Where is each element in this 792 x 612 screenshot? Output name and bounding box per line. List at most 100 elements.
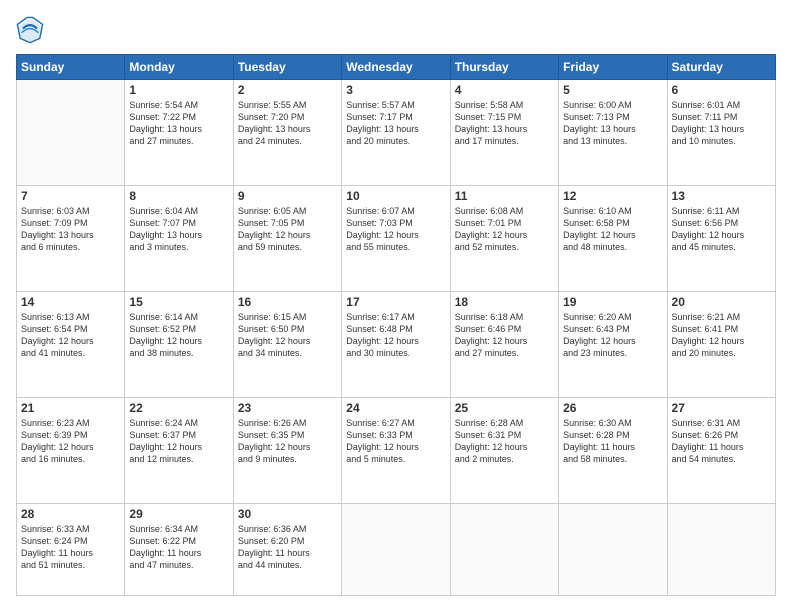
- weekday-wednesday: Wednesday: [342, 55, 450, 80]
- calendar-cell: 9 Sunrise: 6:05 AM Sunset: 7:05 PM Daylig…: [233, 185, 341, 291]
- calendar-cell: 6 Sunrise: 6:01 AM Sunset: 7:11 PM Daylig…: [667, 80, 775, 186]
- calendar-cell: 12Sunrise: 6:10 AM Sunset: 6:58 PM Dayli…: [559, 185, 667, 291]
- cell-info: Sunrise: 6:14 AM Sunset: 6:52 PM Dayligh…: [129, 311, 228, 360]
- day-number: 20: [672, 295, 771, 309]
- cell-info: Sunrise: 6:04 AM Sunset: 7:07 PM Dayligh…: [129, 205, 228, 254]
- calendar-cell: 26 Sunrise: 6:30 AM Sunset: 6:28 PM Dayli…: [559, 397, 667, 503]
- cell-info: Sunrise: 6:21 AM Sunset: 6:41 PM Dayligh…: [672, 311, 771, 360]
- calendar-cell: [17, 80, 125, 186]
- cell-info: Sunrise: 6:07 AM Sunset: 7:03 PM Dayligh…: [346, 205, 445, 254]
- cell-info: Sunrise: 6:03 AM Sunset: 7:09 PM Dayligh…: [21, 205, 120, 254]
- calendar-cell: 11 Sunrise: 6:08 AM Sunset: 7:01 PM Dayli…: [450, 185, 558, 291]
- day-number: 26: [563, 401, 662, 415]
- calendar-table: SundayMondayTuesdayWednesdayThursdayFrid…: [16, 54, 776, 596]
- day-number: 30: [238, 507, 337, 521]
- day-number: 23: [238, 401, 337, 415]
- header: [16, 16, 776, 44]
- cell-info: Sunrise: 6:27 AM Sunset: 6:33 PM Dayligh…: [346, 417, 445, 466]
- calendar-cell: 22Sunrise: 6:24 AM Sunset: 6:37 PM Dayli…: [125, 397, 233, 503]
- calendar-cell: 3Sunrise: 5:57 AM Sunset: 7:17 PM Daylig…: [342, 80, 450, 186]
- cell-info: Sunrise: 6:28 AM Sunset: 6:31 PM Dayligh…: [455, 417, 554, 466]
- cell-info: Sunrise: 6:15 AM Sunset: 6:50 PM Dayligh…: [238, 311, 337, 360]
- calendar-cell: 19Sunrise: 6:20 AM Sunset: 6:43 PM Dayli…: [559, 291, 667, 397]
- day-number: 28: [21, 507, 120, 521]
- calendar-cell: 18 Sunrise: 6:18 AM Sunset: 6:46 PM Dayli…: [450, 291, 558, 397]
- week-row-4: 21 Sunrise: 6:23 AM Sunset: 6:39 PM Dayli…: [17, 397, 776, 503]
- cell-info: Sunrise: 6:18 AM Sunset: 6:46 PM Dayligh…: [455, 311, 554, 360]
- calendar-cell: 27 Sunrise: 6:31 AM Sunset: 6:26 PM Dayli…: [667, 397, 775, 503]
- calendar-cell: 2Sunrise: 5:55 AM Sunset: 7:20 PM Daylig…: [233, 80, 341, 186]
- day-number: 21: [21, 401, 120, 415]
- cell-info: Sunrise: 6:33 AM Sunset: 6:24 PM Dayligh…: [21, 523, 120, 572]
- calendar-cell: 10Sunrise: 6:07 AM Sunset: 7:03 PM Dayli…: [342, 185, 450, 291]
- weekday-thursday: Thursday: [450, 55, 558, 80]
- cell-info: Sunrise: 6:17 AM Sunset: 6:48 PM Dayligh…: [346, 311, 445, 360]
- cell-info: Sunrise: 6:08 AM Sunset: 7:01 PM Dayligh…: [455, 205, 554, 254]
- day-number: 18: [455, 295, 554, 309]
- day-number: 16: [238, 295, 337, 309]
- day-number: 14: [21, 295, 120, 309]
- calendar-cell: 7 Sunrise: 6:03 AM Sunset: 7:09 PM Daylig…: [17, 185, 125, 291]
- calendar-cell: 1Sunrise: 5:54 AM Sunset: 7:22 PM Daylig…: [125, 80, 233, 186]
- day-number: 7: [21, 189, 120, 203]
- calendar-cell: 14 Sunrise: 6:13 AM Sunset: 6:54 PM Dayli…: [17, 291, 125, 397]
- day-number: 13: [672, 189, 771, 203]
- day-number: 24: [346, 401, 445, 415]
- cell-info: Sunrise: 6:00 AM Sunset: 7:13 PM Dayligh…: [563, 99, 662, 148]
- week-row-3: 14 Sunrise: 6:13 AM Sunset: 6:54 PM Dayli…: [17, 291, 776, 397]
- calendar-cell: 28 Sunrise: 6:33 AM Sunset: 6:24 PM Dayli…: [17, 503, 125, 595]
- cell-info: Sunrise: 6:30 AM Sunset: 6:28 PM Dayligh…: [563, 417, 662, 466]
- calendar-cell: [450, 503, 558, 595]
- day-number: 15: [129, 295, 228, 309]
- week-row-5: 28 Sunrise: 6:33 AM Sunset: 6:24 PM Dayli…: [17, 503, 776, 595]
- week-row-1: 1Sunrise: 5:54 AM Sunset: 7:22 PM Daylig…: [17, 80, 776, 186]
- calendar-cell: 17 Sunrise: 6:17 AM Sunset: 6:48 PM Dayli…: [342, 291, 450, 397]
- cell-info: Sunrise: 5:55 AM Sunset: 7:20 PM Dayligh…: [238, 99, 337, 148]
- day-number: 9: [238, 189, 337, 203]
- calendar-cell: 8 Sunrise: 6:04 AM Sunset: 7:07 PM Daylig…: [125, 185, 233, 291]
- week-row-2: 7 Sunrise: 6:03 AM Sunset: 7:09 PM Daylig…: [17, 185, 776, 291]
- day-number: 6: [672, 83, 771, 97]
- day-number: 25: [455, 401, 554, 415]
- weekday-sunday: Sunday: [17, 55, 125, 80]
- calendar-cell: 24 Sunrise: 6:27 AM Sunset: 6:33 PM Dayli…: [342, 397, 450, 503]
- day-number: 8: [129, 189, 228, 203]
- cell-info: Sunrise: 6:24 AM Sunset: 6:37 PM Dayligh…: [129, 417, 228, 466]
- cell-info: Sunrise: 6:01 AM Sunset: 7:11 PM Dayligh…: [672, 99, 771, 148]
- calendar-cell: 16 Sunrise: 6:15 AM Sunset: 6:50 PM Dayli…: [233, 291, 341, 397]
- day-number: 12: [563, 189, 662, 203]
- cell-info: Sunrise: 6:31 AM Sunset: 6:26 PM Dayligh…: [672, 417, 771, 466]
- cell-info: Sunrise: 6:13 AM Sunset: 6:54 PM Dayligh…: [21, 311, 120, 360]
- calendar-cell: 25 Sunrise: 6:28 AM Sunset: 6:31 PM Dayli…: [450, 397, 558, 503]
- day-number: 1: [129, 83, 228, 97]
- cell-info: Sunrise: 6:26 AM Sunset: 6:35 PM Dayligh…: [238, 417, 337, 466]
- calendar-cell: 4Sunrise: 5:58 AM Sunset: 7:15 PM Daylig…: [450, 80, 558, 186]
- calendar-cell: 20 Sunrise: 6:21 AM Sunset: 6:41 PM Dayli…: [667, 291, 775, 397]
- calendar-cell: 15 Sunrise: 6:14 AM Sunset: 6:52 PM Dayli…: [125, 291, 233, 397]
- cell-info: Sunrise: 6:11 AM Sunset: 6:56 PM Dayligh…: [672, 205, 771, 254]
- calendar-cell: 30 Sunrise: 6:36 AM Sunset: 6:20 PM Dayli…: [233, 503, 341, 595]
- calendar-cell: 13 Sunrise: 6:11 AM Sunset: 6:56 PM Dayli…: [667, 185, 775, 291]
- calendar-cell: [342, 503, 450, 595]
- weekday-monday: Monday: [125, 55, 233, 80]
- day-number: 11: [455, 189, 554, 203]
- calendar-cell: 21 Sunrise: 6:23 AM Sunset: 6:39 PM Dayli…: [17, 397, 125, 503]
- logo: [16, 16, 48, 44]
- weekday-friday: Friday: [559, 55, 667, 80]
- day-number: 29: [129, 507, 228, 521]
- calendar-cell: [667, 503, 775, 595]
- cell-info: Sunrise: 6:36 AM Sunset: 6:20 PM Dayligh…: [238, 523, 337, 572]
- day-number: 5: [563, 83, 662, 97]
- day-number: 17: [346, 295, 445, 309]
- calendar-cell: 5 Sunrise: 6:00 AM Sunset: 7:13 PM Daylig…: [559, 80, 667, 186]
- cell-info: Sunrise: 6:23 AM Sunset: 6:39 PM Dayligh…: [21, 417, 120, 466]
- cell-info: Sunrise: 6:20 AM Sunset: 6:43 PM Dayligh…: [563, 311, 662, 360]
- cell-info: Sunrise: 6:05 AM Sunset: 7:05 PM Dayligh…: [238, 205, 337, 254]
- weekday-header-row: SundayMondayTuesdayWednesdayThursdayFrid…: [17, 55, 776, 80]
- calendar-cell: [559, 503, 667, 595]
- day-number: 27: [672, 401, 771, 415]
- cell-info: Sunrise: 5:58 AM Sunset: 7:15 PM Dayligh…: [455, 99, 554, 148]
- weekday-saturday: Saturday: [667, 55, 775, 80]
- page: SundayMondayTuesdayWednesdayThursdayFrid…: [0, 0, 792, 612]
- calendar-cell: 29Sunrise: 6:34 AM Sunset: 6:22 PM Dayli…: [125, 503, 233, 595]
